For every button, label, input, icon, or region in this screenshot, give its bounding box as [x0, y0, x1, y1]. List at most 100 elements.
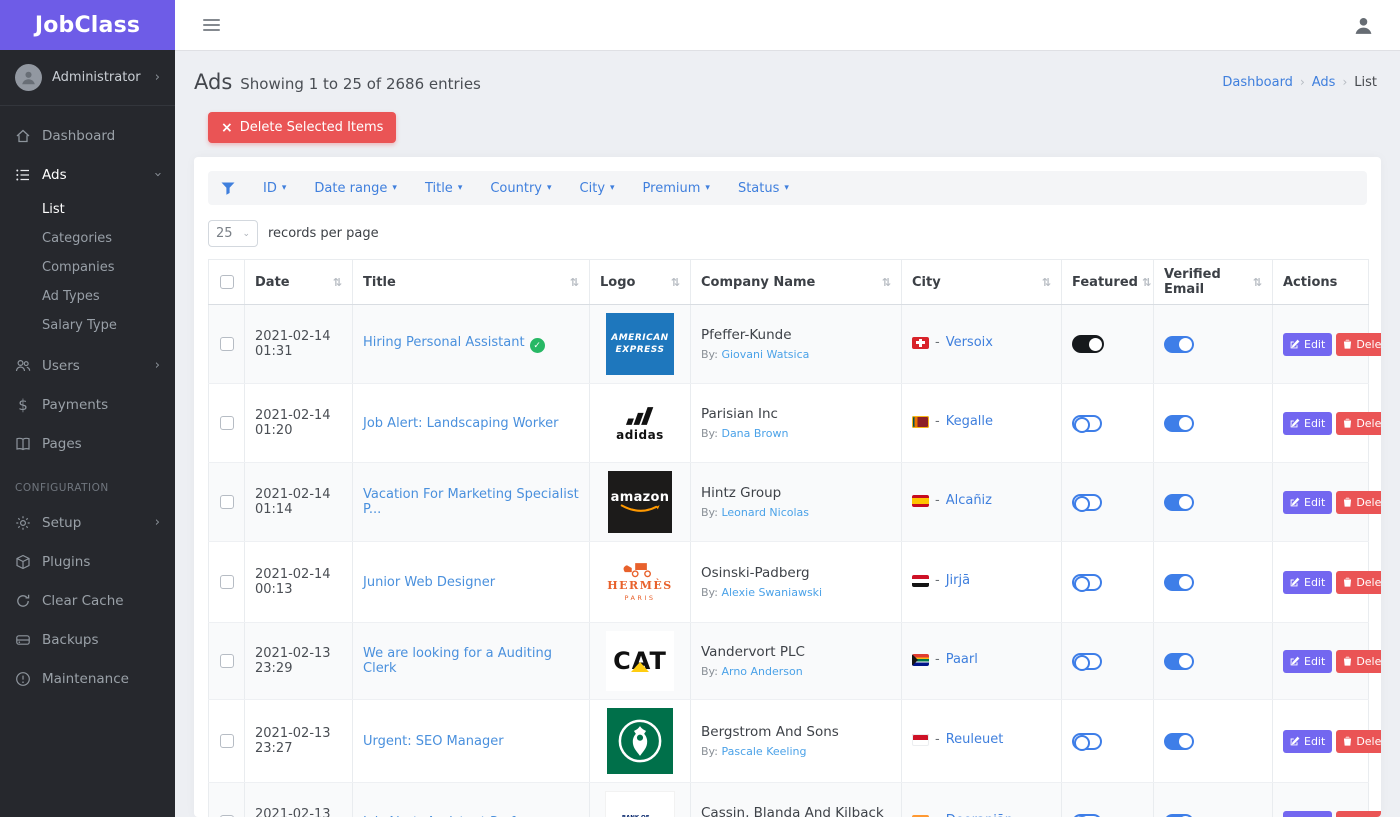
- filter-date-range[interactable]: Date range▾: [314, 181, 397, 196]
- sidebar-item-backups[interactable]: Backups: [0, 620, 175, 659]
- verified-email-toggle[interactable]: [1164, 653, 1194, 670]
- column-logo[interactable]: Logo⇅: [590, 260, 691, 305]
- edit-button[interactable]: Edit: [1283, 811, 1332, 817]
- sidebar-item-payments[interactable]: $ Payments: [0, 385, 175, 424]
- posted-by-link[interactable]: Alexie Swaniawski: [721, 586, 822, 599]
- verified-email-toggle[interactable]: [1164, 814, 1194, 817]
- brand-logo[interactable]: JobClass: [0, 0, 175, 50]
- submenu-item-list[interactable]: List: [0, 195, 175, 224]
- edit-button[interactable]: Edit: [1283, 650, 1332, 673]
- city-link[interactable]: - Versoix: [912, 335, 993, 350]
- sort-icon[interactable]: ⇅: [1253, 276, 1262, 289]
- filter-city[interactable]: City▾: [580, 181, 615, 196]
- select-all-checkbox[interactable]: [220, 275, 234, 289]
- verified-email-toggle[interactable]: [1164, 574, 1194, 591]
- sort-icon[interactable]: ⇅: [333, 276, 342, 289]
- city-link[interactable]: - Reuleuet: [912, 732, 1003, 747]
- sort-icon[interactable]: ⇅: [671, 276, 680, 289]
- sidebar-item-clear-cache[interactable]: Clear Cache: [0, 581, 175, 620]
- delete-button[interactable]: Delete: [1336, 650, 1381, 673]
- verified-email-toggle[interactable]: [1164, 494, 1194, 511]
- sort-icon[interactable]: ⇅: [570, 276, 579, 289]
- edit-button[interactable]: Edit: [1283, 333, 1332, 356]
- delete-button[interactable]: Delete: [1336, 412, 1381, 435]
- ad-title-link[interactable]: Vacation For Marketing Specialist P...: [363, 487, 579, 517]
- delete-button[interactable]: Delete: [1336, 811, 1381, 817]
- sidebar-item-plugins[interactable]: Plugins: [0, 542, 175, 581]
- ad-title-link[interactable]: Hiring Personal Assistant: [363, 335, 525, 350]
- posted-by-link[interactable]: Giovani Watsica: [721, 348, 809, 361]
- filter-premium[interactable]: Premium▾: [643, 181, 710, 196]
- featured-toggle[interactable]: [1072, 335, 1104, 353]
- posted-by-link[interactable]: Dana Brown: [721, 427, 788, 440]
- submenu-item-ad-types[interactable]: Ad Types: [0, 282, 175, 311]
- delete-button[interactable]: Delete: [1336, 730, 1381, 753]
- edit-button[interactable]: Edit: [1283, 491, 1332, 514]
- submenu-item-categories[interactable]: Categories: [0, 224, 175, 253]
- city-link[interactable]: - Jirjā: [912, 573, 970, 588]
- verified-email-toggle[interactable]: [1164, 733, 1194, 750]
- submenu-item-salary-type[interactable]: Salary Type: [0, 311, 175, 340]
- delete-button[interactable]: Delete: [1336, 491, 1381, 514]
- ad-title-link[interactable]: Job Alert: Landscaping Worker: [363, 416, 559, 431]
- column-city[interactable]: City⇅: [902, 260, 1062, 305]
- city-link[interactable]: - Paarl: [912, 652, 978, 667]
- featured-toggle[interactable]: [1072, 653, 1102, 670]
- featured-toggle[interactable]: [1072, 415, 1102, 432]
- verified-email-toggle[interactable]: [1164, 336, 1194, 353]
- filter-id[interactable]: ID▾: [263, 181, 286, 196]
- breadcrumb-ads[interactable]: Ads: [1312, 75, 1336, 90]
- brand-name: JobClass: [35, 13, 140, 38]
- featured-toggle[interactable]: [1072, 494, 1102, 511]
- hamburger-menu-icon[interactable]: [201, 15, 222, 35]
- posted-by-link[interactable]: Pascale Keeling: [721, 745, 806, 758]
- ad-title-link[interactable]: Urgent: SEO Manager: [363, 734, 504, 749]
- sidebar-item-maintenance[interactable]: Maintenance: [0, 659, 175, 698]
- sidebar-item-users[interactable]: Users ›: [0, 346, 175, 385]
- filter-status[interactable]: Status▾: [738, 181, 789, 196]
- delete-button[interactable]: Delete: [1336, 333, 1381, 356]
- sort-icon[interactable]: ⇅: [882, 276, 891, 289]
- edit-button[interactable]: Edit: [1283, 730, 1332, 753]
- edit-button[interactable]: Edit: [1283, 412, 1332, 435]
- sidebar-item-dashboard[interactable]: Dashboard: [0, 116, 175, 155]
- row-checkbox[interactable]: [220, 575, 234, 589]
- filter-title[interactable]: Title▾: [425, 181, 462, 196]
- column-verified-email[interactable]: Verified Email⇅: [1154, 260, 1273, 305]
- featured-toggle[interactable]: [1072, 733, 1102, 750]
- posted-by-link[interactable]: Arno Anderson: [721, 665, 802, 678]
- verified-email-toggle[interactable]: [1164, 415, 1194, 432]
- edit-button[interactable]: Edit: [1283, 571, 1332, 594]
- row-checkbox[interactable]: [220, 416, 234, 430]
- featured-toggle[interactable]: [1072, 574, 1102, 591]
- ad-title-link[interactable]: We are looking for a Auditing Clerk: [363, 646, 552, 676]
- column-title[interactable]: Title⇅: [353, 260, 590, 305]
- breadcrumb-dashboard[interactable]: Dashboard: [1222, 75, 1293, 90]
- column-featured[interactable]: Featured⇅: [1062, 260, 1154, 305]
- sidebar-item-pages[interactable]: Pages: [0, 424, 175, 463]
- filter-country[interactable]: Country▾: [490, 181, 551, 196]
- posted-by-link[interactable]: Leonard Nicolas: [721, 506, 809, 519]
- row-checkbox[interactable]: [220, 495, 234, 509]
- filter-funnel-icon[interactable]: [221, 182, 235, 195]
- column-date[interactable]: Date⇅: [245, 260, 353, 305]
- sidebar-item-setup[interactable]: Setup ›: [0, 503, 175, 542]
- ad-title-link[interactable]: Junior Web Designer: [363, 575, 495, 590]
- city-link[interactable]: - Alcañiz: [912, 493, 992, 508]
- sort-icon[interactable]: ⇅: [1142, 276, 1151, 289]
- column-company-name[interactable]: Company Name⇅: [691, 260, 902, 305]
- delete-selected-button[interactable]: × Delete Selected Items: [208, 112, 396, 143]
- city-link[interactable]: - Deoraniān: [912, 813, 1013, 817]
- city-link[interactable]: - Kegalle: [912, 414, 993, 429]
- sidebar-item-ads[interactable]: Ads ›: [0, 155, 175, 194]
- topbar-user-icon[interactable]: [1353, 15, 1374, 36]
- row-checkbox[interactable]: [220, 734, 234, 748]
- per-page-select[interactable]: 25 ⌄: [208, 220, 258, 247]
- row-checkbox[interactable]: [220, 654, 234, 668]
- delete-button[interactable]: Delete: [1336, 571, 1381, 594]
- row-checkbox[interactable]: [220, 337, 234, 351]
- submenu-item-companies[interactable]: Companies: [0, 253, 175, 282]
- sidebar-user-menu[interactable]: Administrator ›: [0, 50, 175, 106]
- featured-toggle[interactable]: [1072, 814, 1102, 817]
- sort-icon[interactable]: ⇅: [1042, 276, 1051, 289]
